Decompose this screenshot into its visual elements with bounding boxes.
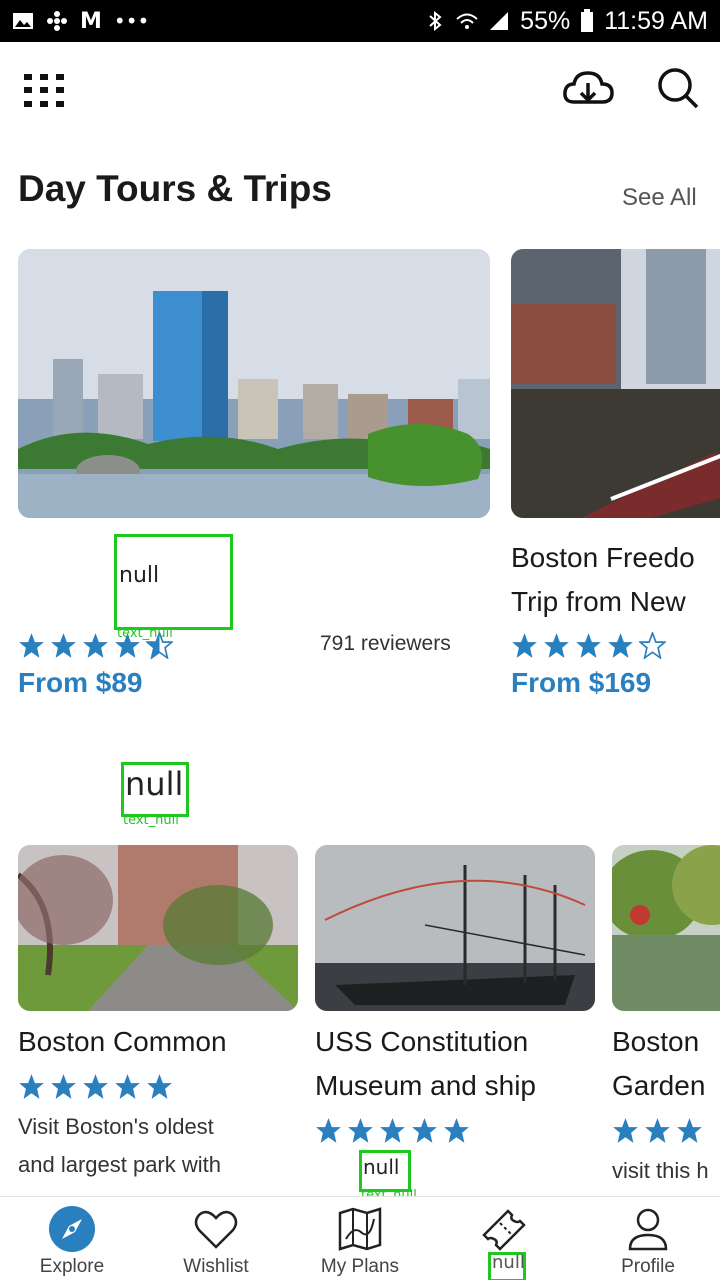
- attraction-card-image[interactable]: [18, 845, 298, 1011]
- attraction-description: null: [359, 1150, 411, 1192]
- star-empty-icon: [639, 632, 666, 659]
- attraction-rating: [18, 1073, 173, 1100]
- star-filled-icon: [147, 1074, 172, 1099]
- star-filled-icon: [83, 1074, 108, 1099]
- nav-tickets-label: null: [488, 1252, 526, 1280]
- tour-card-image[interactable]: [18, 249, 490, 518]
- nav-explore[interactable]: Explore: [0, 1197, 144, 1280]
- image-icon: [13, 13, 33, 29]
- star-filled-icon: [51, 1074, 76, 1099]
- nav-wishlist[interactable]: Wishlist: [144, 1197, 288, 1280]
- star-filled-icon: [544, 633, 569, 658]
- star-filled-icon: [444, 1118, 469, 1143]
- star-filled-icon: [380, 1118, 405, 1143]
- star-filled-icon: [316, 1118, 341, 1143]
- tour-title: Boston Freedo Trip from New: [511, 542, 695, 617]
- bottom-nav: Explore Wishlist My Plans null Profile: [0, 1196, 720, 1280]
- nav-profile[interactable]: Profile: [576, 1197, 720, 1280]
- attraction-title: Boston Common: [18, 1026, 227, 1057]
- map-icon: [338, 1207, 382, 1251]
- compass-icon: [49, 1206, 95, 1252]
- review-count: 791 reviewers: [320, 632, 451, 655]
- star-filled-icon: [608, 633, 633, 658]
- attraction-card-image[interactable]: [612, 845, 720, 1011]
- clock: 11:59 AM: [604, 6, 708, 35]
- nav-my-plans[interactable]: My Plans: [288, 1197, 432, 1280]
- star-filled-icon: [19, 633, 44, 658]
- star-filled-icon: [412, 1118, 437, 1143]
- attractions-heading: null: [121, 762, 189, 817]
- star-filled-icon: [83, 633, 108, 658]
- fan-icon: [47, 11, 67, 31]
- search-icon[interactable]: [656, 66, 700, 110]
- mail-icon: M: [80, 8, 102, 34]
- ticket-icon: [482, 1209, 526, 1251]
- signal-icon: [490, 12, 509, 30]
- star-half-icon: [146, 632, 173, 659]
- wifi-icon: [456, 13, 478, 29]
- app-bar: [0, 42, 720, 138]
- tour-card-image[interactable]: [511, 249, 720, 518]
- tour-rating: [511, 632, 666, 659]
- star-filled-icon: [19, 1074, 44, 1099]
- cloud-download-icon[interactable]: [562, 68, 614, 112]
- attraction-description: visit this h: [612, 1158, 709, 1183]
- star-filled-icon: [115, 1074, 140, 1099]
- star-filled-icon: [677, 1118, 702, 1143]
- tour-price: From $169: [511, 667, 652, 698]
- battery-level: 55%: [520, 6, 571, 35]
- attraction-title: USS Constitution Museum and ship: [315, 1026, 537, 1101]
- status-bar: M ••• 55% 11:59 AM: [0, 0, 720, 42]
- attraction-title: Boston Garden: [612, 1026, 706, 1101]
- attraction-card-image[interactable]: [315, 845, 595, 1011]
- nav-tickets[interactable]: null: [432, 1197, 576, 1280]
- section-title: Day Tours & Trips: [18, 168, 332, 209]
- tour-price: From $89: [18, 667, 143, 698]
- star-filled-icon: [51, 633, 76, 658]
- star-filled-icon: [348, 1118, 373, 1143]
- star-filled-icon: [645, 1118, 670, 1143]
- attraction-rating: [612, 1117, 703, 1144]
- attractions-heading-caption: text_null: [123, 813, 179, 828]
- attraction-rating: [315, 1117, 470, 1144]
- star-filled-icon: [512, 633, 537, 658]
- star-filled-icon: [613, 1118, 638, 1143]
- grid-icon[interactable]: [24, 74, 64, 108]
- bluetooth-icon: [429, 11, 442, 31]
- tour-rating: [18, 632, 173, 659]
- see-all-link[interactable]: See All: [622, 184, 697, 212]
- star-filled-icon: [576, 633, 601, 658]
- battery-icon: [581, 9, 594, 32]
- heart-icon: [194, 1210, 238, 1249]
- star-filled-icon: [115, 633, 140, 658]
- notification-overflow: •••: [113, 9, 150, 33]
- attraction-description: Visit Boston's oldest and largest park w…: [18, 1114, 221, 1177]
- tour-title: null: [114, 534, 233, 630]
- person-icon: [628, 1208, 668, 1251]
